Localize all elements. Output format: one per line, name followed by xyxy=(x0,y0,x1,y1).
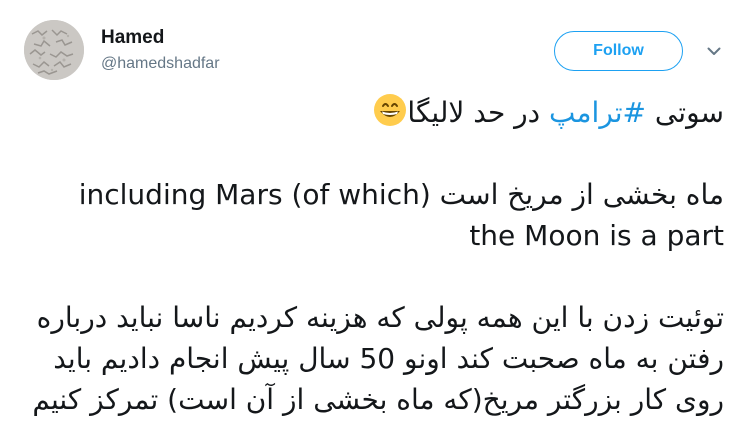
tweet-header: Hamed @hamedshadfar Follow xyxy=(0,0,756,90)
tweet-line-5: رفتن به ماه صحبت کند اونو 50 سال پیش انج… xyxy=(53,342,724,375)
tweet-text-segment: در حد لالیگا xyxy=(407,96,550,129)
tweet-line-4: توئیت زدن با این همه پولی که هزینه کردیم… xyxy=(36,301,724,334)
tweet-line-2: including Mars (of which) ماه بخشی از مر… xyxy=(78,178,724,211)
follow-button[interactable]: Follow xyxy=(554,31,683,71)
hashtag-link[interactable]: #ترامپ xyxy=(549,96,646,129)
tweet-text-segment: سوتی xyxy=(646,96,724,129)
user-display-name[interactable]: Hamed xyxy=(101,27,164,49)
user-handle[interactable]: @hamedshadfar xyxy=(101,55,220,73)
avatar[interactable] xyxy=(24,20,84,80)
tweet-line-3: the Moon is a part xyxy=(469,219,724,252)
grinning-face-emoji-icon xyxy=(373,93,407,127)
tweet-line-6: روی کار بزرگتر مریخ(که ماه بخشی از آن اس… xyxy=(32,383,724,416)
chevron-down-icon[interactable] xyxy=(704,41,724,61)
avatar-image xyxy=(24,20,84,80)
tweet-line-1: سوتی #ترامپ در حد لالیگا xyxy=(20,92,724,133)
tweet-text: سوتی #ترامپ در حد لالیگا including Mars … xyxy=(20,92,724,420)
